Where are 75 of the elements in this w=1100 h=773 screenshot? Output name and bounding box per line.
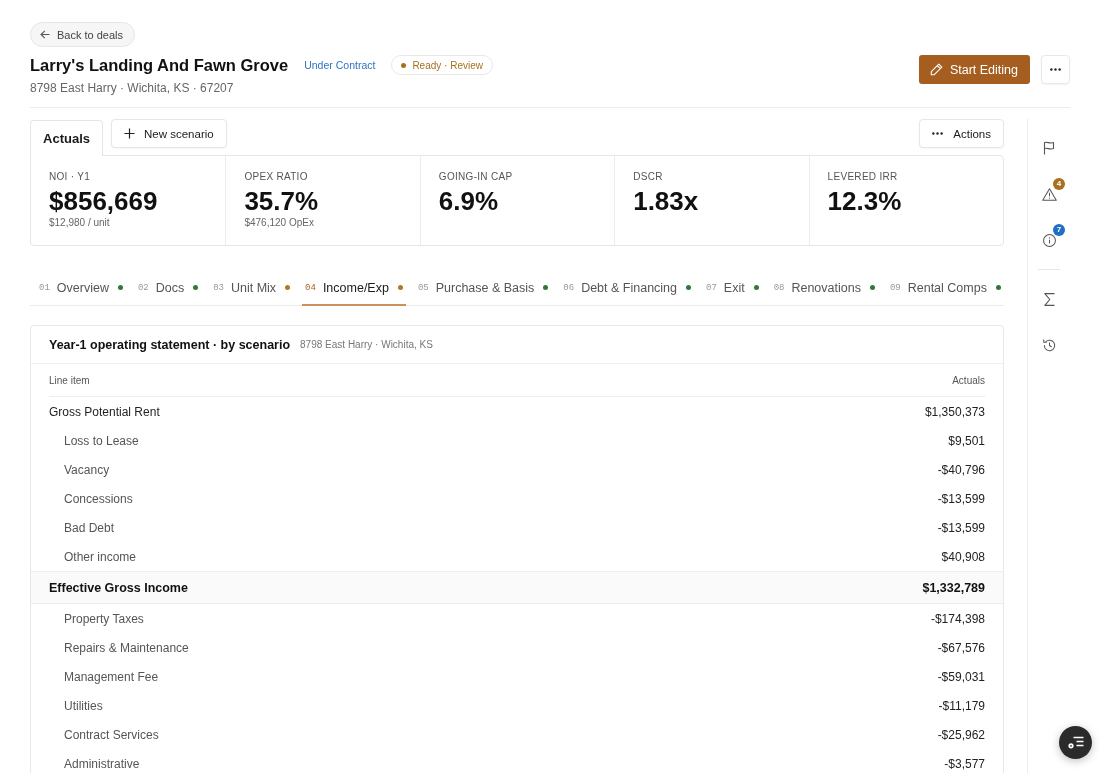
step-tab[interactable]: 06 Debt & Financing [560, 271, 695, 306]
line-item-label: Vacancy [63, 462, 110, 477]
deal-title: Larry's Landing And Fawn Grove [30, 55, 289, 75]
kpi-value: 35.7% [244, 186, 320, 216]
info-icon[interactable] [1042, 233, 1056, 247]
kpi-value: 12.3% [827, 186, 903, 216]
step-tab[interactable]: 02 Docs [134, 271, 202, 306]
line-item-label: Utilities [63, 698, 103, 713]
kpi-value: $856,669 [49, 186, 159, 216]
floating-action-button[interactable] [1059, 726, 1092, 759]
statement-title: Year-1 operating statement · by scenario [49, 337, 291, 352]
line-item-label: Administrative [63, 756, 140, 771]
back-button[interactable]: Back to deals [30, 22, 136, 47]
deal-address: 8798 East Harry · Wichita, KS · 67207 [30, 80, 235, 96]
kpi-label: DSCR [633, 171, 664, 183]
sigma-icon[interactable] [1043, 292, 1055, 306]
line-item-label: Management Fee [63, 669, 159, 684]
amount: $1,332,789 [922, 580, 985, 595]
line-item-label: Other income [63, 549, 137, 564]
kpi-value: 6.9% [438, 186, 500, 216]
history-icon[interactable] [1042, 338, 1056, 352]
arrow-left-icon [40, 30, 50, 39]
status-text: Ready · Review [412, 59, 483, 71]
kpi-subtext: $12,980 / unit [49, 216, 111, 229]
pencil-icon [929, 63, 943, 76]
column-header: Line item [49, 374, 90, 386]
line-item-label: Effective Gross Income [49, 580, 188, 595]
step-tab[interactable]: 03 Unit Mix [210, 271, 294, 306]
step-tab[interactable]: 09 Rental Comps [886, 271, 1004, 306]
warning-icon[interactable] [1041, 187, 1057, 201]
kpi-subtext: $476,120 OpEx [244, 216, 315, 229]
amount: -$40,796 [937, 462, 985, 477]
line-item-label: Bad Debt [63, 520, 115, 535]
amount: -$11,179 [938, 698, 985, 713]
amount: -$13,599 [937, 520, 985, 535]
start-editing-button[interactable]: Start Editing [918, 55, 1030, 84]
step-tab[interactable]: 01 Overview [36, 271, 126, 306]
amount: -$59,031 [937, 669, 985, 684]
status-dot-icon [401, 62, 407, 68]
new-scenario-button[interactable]: New scenario [111, 119, 227, 148]
more-icon [932, 132, 944, 135]
kpi-label: GOING-IN CAP [438, 171, 514, 183]
list-icon [1067, 736, 1084, 749]
amount: -$13,599 [937, 491, 985, 506]
amount: -$174,398 [930, 611, 985, 626]
more-icon [1050, 68, 1061, 71]
column-header: Actuals [952, 374, 985, 386]
statement-subtitle: 8798 East Harry · Wichita, KS [300, 339, 433, 350]
amount: $9,501 [948, 433, 985, 448]
plus-icon [124, 128, 135, 139]
kpi-label: LEVERED IRR [827, 171, 899, 183]
line-item-label: Repairs & Maintenance [63, 640, 189, 655]
line-item-label: Concessions [63, 491, 133, 506]
amount: -$67,576 [937, 640, 985, 655]
flag-icon[interactable] [1043, 141, 1055, 155]
amount: -$25,962 [937, 727, 985, 742]
line-item-label: Gross Potential Rent [49, 404, 160, 419]
step-tab[interactable]: 08 Renovations [770, 271, 878, 306]
notification-count: 7 [1053, 224, 1065, 236]
step-tab[interactable]: 04 Income/Exp [302, 271, 406, 306]
step-tab[interactable]: 07 Exit [703, 271, 762, 306]
notification-count: 4 [1053, 178, 1065, 190]
scenario-tab[interactable]: Actuals [30, 120, 103, 156]
line-item-label: Loss to Lease [63, 433, 139, 448]
amount: $1,350,373 [924, 404, 985, 419]
step-tab[interactable]: 05 Purchase & Basis [414, 271, 552, 306]
amount: $40,908 [941, 549, 985, 564]
line-item-label: Contract Services [63, 727, 159, 742]
kpi-label: OPEX RATIO [244, 171, 309, 183]
amount: -$3,577 [944, 756, 985, 771]
line-item-label: Property Taxes [63, 611, 144, 626]
actions-button[interactable]: Actions [919, 119, 1004, 148]
kpi-value: 1.83x [633, 186, 700, 216]
kpi-label: NOI · Y1 [49, 171, 92, 183]
deal-stage: Under Contract [304, 59, 376, 71]
